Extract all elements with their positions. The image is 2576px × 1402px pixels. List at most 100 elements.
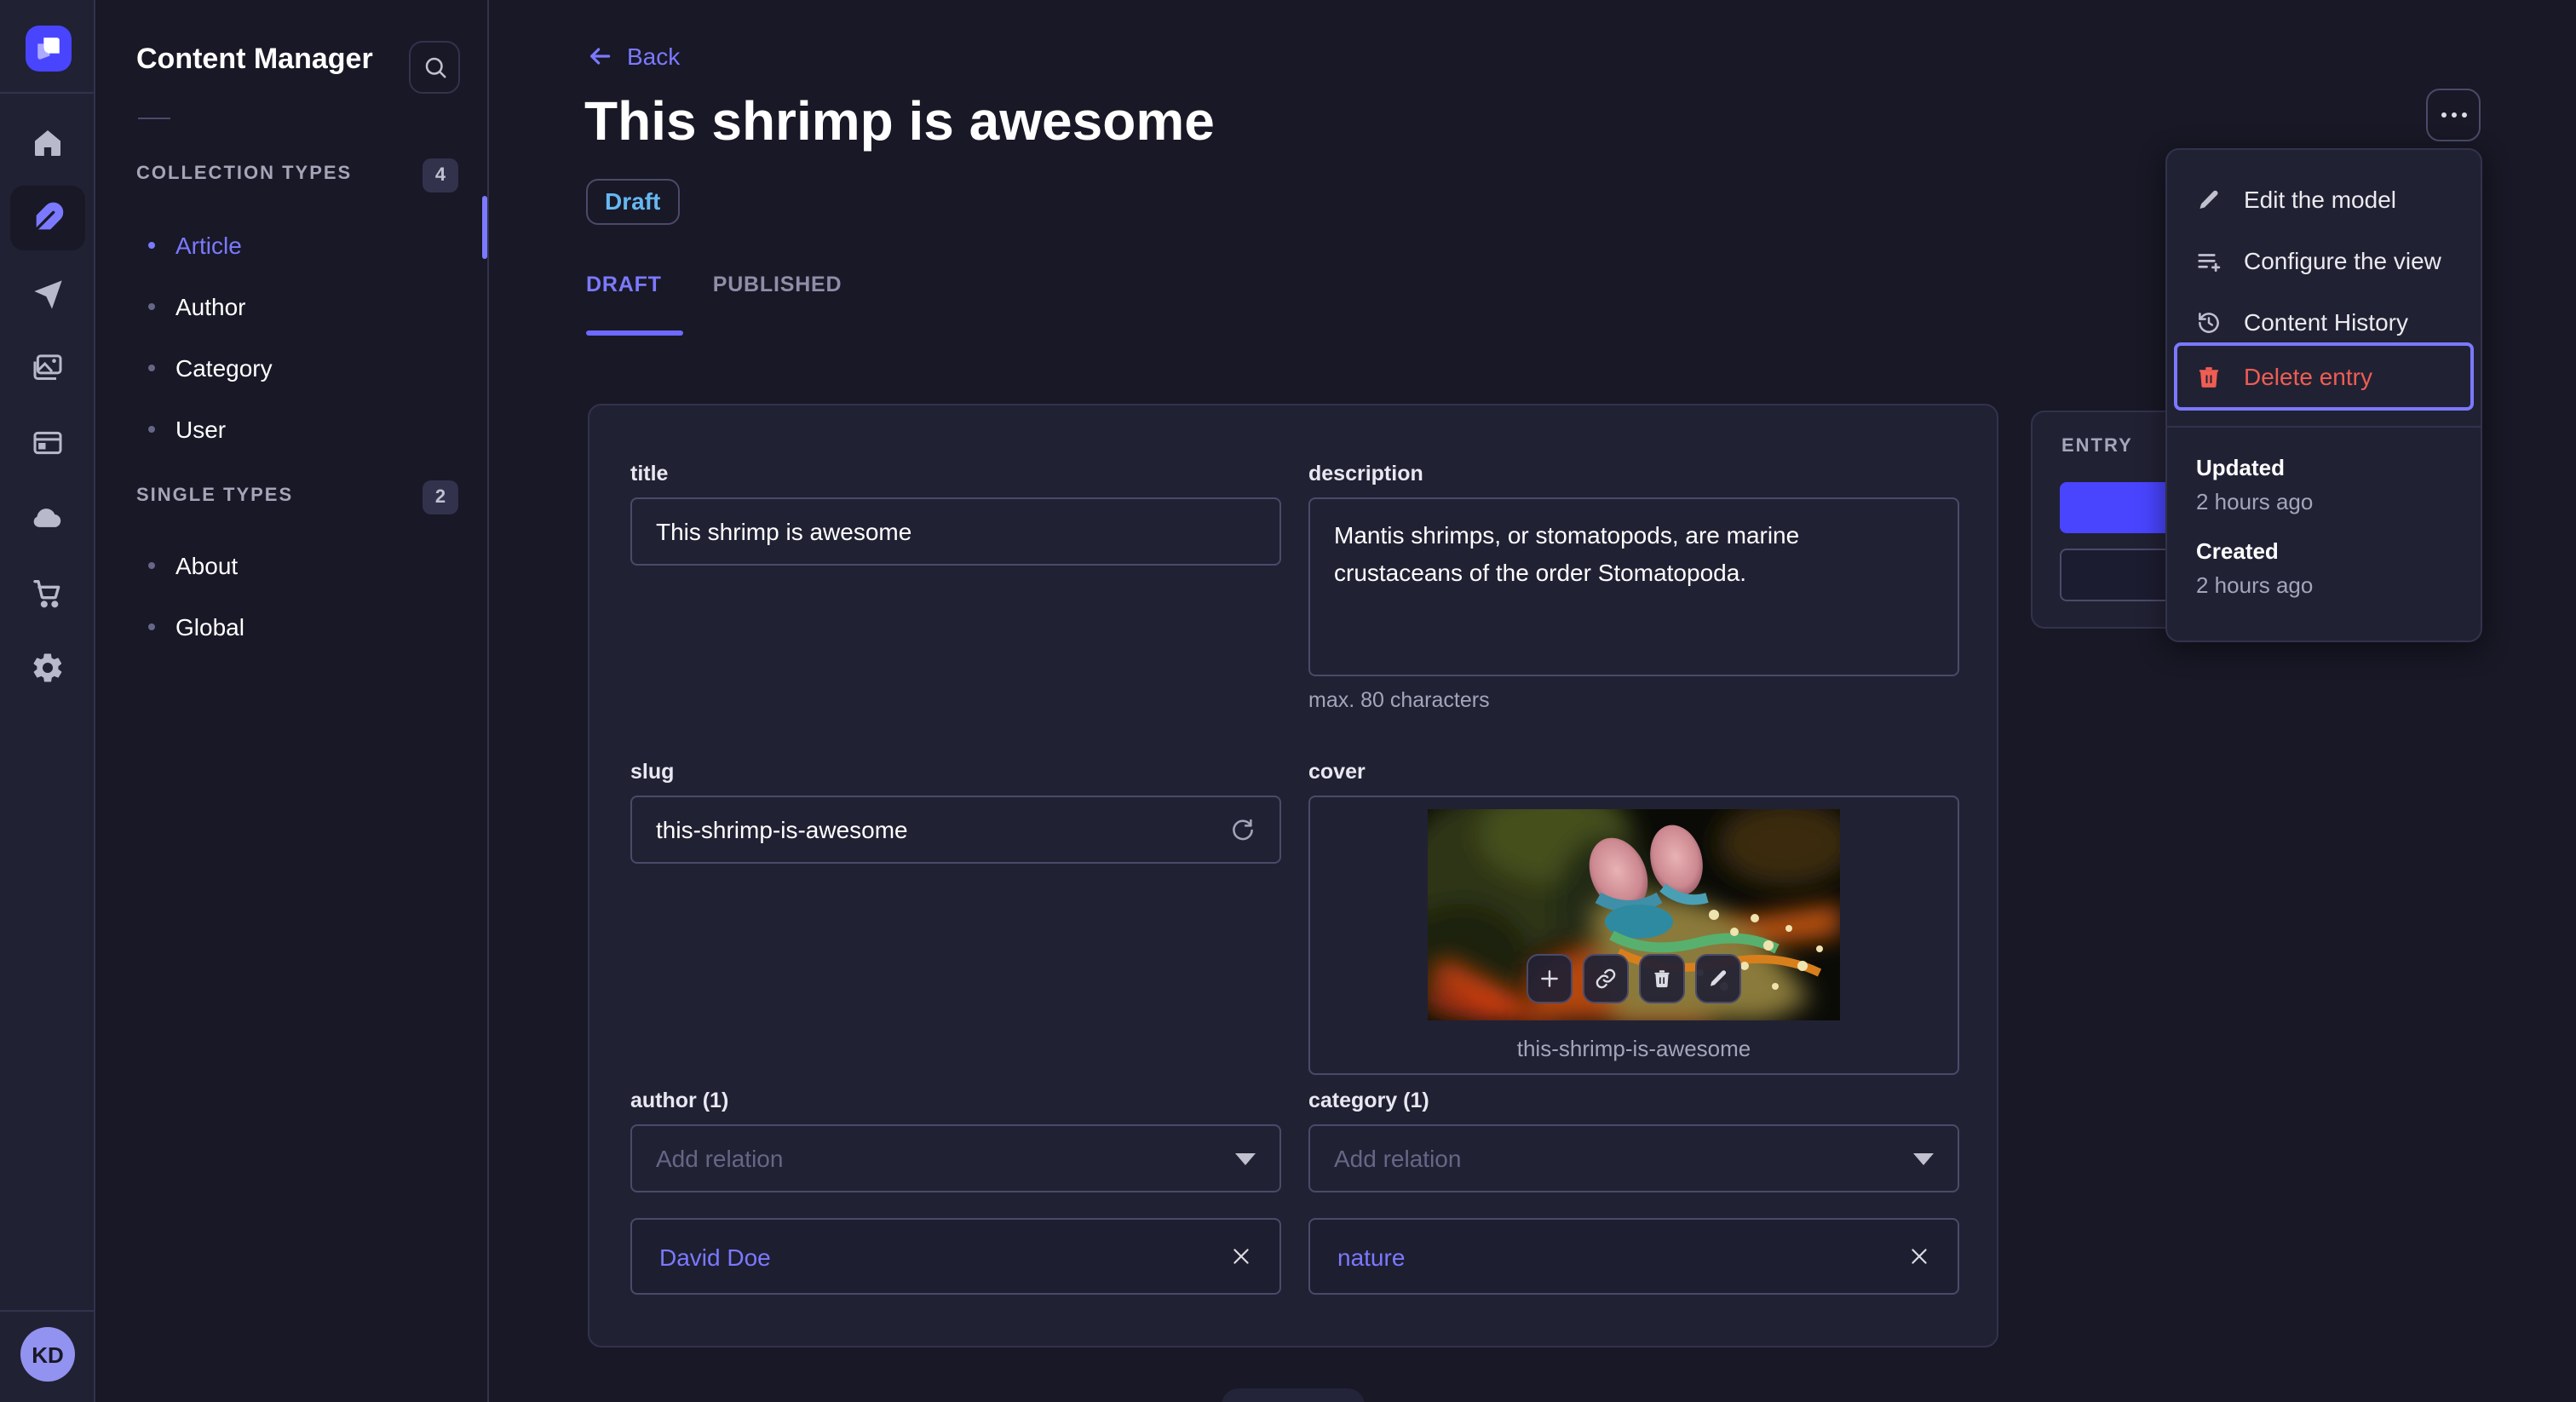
close-icon[interactable] (1908, 1245, 1930, 1267)
bullet-icon (148, 303, 155, 310)
relation-link-david-doe[interactable]: David Doe (659, 1243, 771, 1270)
subnav-scrollbar-thumb[interactable] (482, 196, 487, 259)
status-badge: Draft (586, 179, 680, 225)
plus-icon (1541, 970, 1558, 987)
sidebar-item-article[interactable]: Article (95, 223, 487, 267)
link-icon (1596, 968, 1616, 989)
strapi-logo[interactable] (26, 26, 72, 72)
slug-value: this-shrimp-is-awesome (656, 816, 908, 843)
description-hint: max. 80 characters (1308, 688, 1490, 712)
collection-types-count-badge: 4 (423, 158, 458, 192)
bottom-partial-pill (1222, 1388, 1365, 1402)
more-options-button[interactable] (2426, 89, 2481, 141)
sidebar-item-content-type-builder[interactable] (10, 411, 85, 475)
sidebar-item-marketplace[interactable] (10, 560, 85, 625)
search-button[interactable] (409, 41, 460, 94)
close-icon[interactable] (1230, 1245, 1252, 1267)
menu-item-delete-entry[interactable]: Delete entry (2174, 342, 2474, 411)
field-cover: cover this-shrimp-is-awesome (1308, 760, 1959, 1075)
sidebar-item-about[interactable]: About (95, 543, 487, 588)
menu-item-label: Delete entry (2244, 363, 2372, 390)
description-label: description (1308, 462, 1423, 486)
field-slug: slug this-shrimp-is-awesome (630, 760, 1281, 864)
menu-item-label: Configure the view (2244, 247, 2441, 274)
trash-icon (1654, 970, 1670, 988)
menu-divider (2167, 426, 2481, 428)
sidebar-item-author[interactable]: Author (95, 284, 487, 329)
app-window: KD Content Manager COLLECTION TYPES 4 Ar… (0, 0, 2576, 1402)
menu-item-edit-model[interactable]: Edit the model (2167, 169, 2481, 230)
images-icon (33, 354, 62, 380)
menu-item-configure-view[interactable]: Configure the view (2167, 230, 2481, 291)
chevron-down-icon (1913, 1152, 1934, 1164)
nav-item-label: About (175, 552, 239, 579)
user-avatar[interactable]: KD (20, 1327, 75, 1382)
nav-item-label: Category (175, 354, 273, 382)
cover-label: cover (1308, 760, 1366, 784)
slug-input[interactable]: this-shrimp-is-awesome (630, 796, 1281, 864)
field-description: description Mantis shrimps, or stomatopo… (1308, 462, 1959, 712)
pencil-icon (2196, 187, 2222, 212)
gear-icon (33, 653, 62, 682)
field-title: title This shrimp is awesome (630, 462, 1281, 566)
main-content: Back This shrimp is awesome Draft DRAFT … (489, 0, 2576, 1402)
section-single-types: SINGLE TYPES (136, 486, 294, 506)
title-input[interactable]: This shrimp is awesome (630, 497, 1281, 566)
category-placeholder: Add relation (1334, 1145, 1462, 1172)
relation-link-nature[interactable]: nature (1337, 1243, 1405, 1270)
author-relation-combobox[interactable]: Add relation (630, 1124, 1281, 1192)
copy-link-button[interactable] (1583, 954, 1629, 1003)
title-label: title (630, 462, 669, 486)
rail-divider (0, 92, 94, 94)
delete-asset-button[interactable] (1639, 954, 1685, 1003)
layout-icon (33, 431, 62, 455)
edit-asset-button[interactable] (1695, 954, 1741, 1003)
category-relation-item: nature (1308, 1218, 1959, 1295)
description-value: Mantis shrimps, or stomatopods, are mari… (1334, 521, 1800, 586)
cover-asset-card[interactable]: this-shrimp-is-awesome (1308, 796, 1959, 1075)
configure-icon (2196, 248, 2222, 273)
cloud-icon (33, 509, 61, 527)
sidebar-item-content-manager[interactable] (10, 186, 85, 250)
sidebar-item-settings[interactable] (10, 635, 85, 700)
tab-published[interactable]: PUBLISHED (713, 273, 842, 327)
slug-label: slug (630, 760, 675, 784)
active-tab-underline (586, 330, 683, 336)
bullet-icon (148, 365, 155, 371)
category-label: category (1) (1308, 1089, 1429, 1112)
sidebar-item-media-library[interactable] (10, 336, 85, 400)
category-relation-combobox[interactable]: Add relation (1308, 1124, 1959, 1192)
bullet-icon (148, 562, 155, 569)
tab-draft[interactable]: DRAFT (586, 273, 662, 327)
sidebar-item-global[interactable]: Global (95, 605, 487, 649)
bullet-icon (148, 426, 155, 433)
add-asset-button[interactable] (1527, 954, 1573, 1003)
nav-item-label: Article (175, 232, 242, 259)
history-icon (2196, 309, 2222, 335)
author-placeholder: Add relation (656, 1145, 784, 1172)
sidebar-item-home[interactable] (10, 111, 85, 175)
sidebar-item-cloud[interactable] (10, 486, 85, 550)
updated-value: 2 hours ago (2196, 489, 2314, 514)
regenerate-icon[interactable] (1230, 817, 1256, 842)
home-icon (35, 130, 60, 156)
page-title: This shrimp is awesome (584, 90, 1215, 152)
chevron-down-icon (1235, 1152, 1256, 1164)
cart-icon (33, 580, 60, 608)
sidebar-item-releases[interactable] (10, 262, 85, 327)
field-category: category (1) Add relation nature (1308, 1089, 1959, 1295)
sidebar-item-user[interactable]: User (95, 407, 487, 451)
subnav-title: Content Manager (136, 43, 373, 75)
menu-item-label: Content History (2244, 308, 2408, 336)
back-link[interactable]: Back (586, 43, 680, 70)
content-manager-subnav: Content Manager COLLECTION TYPES 4 Artic… (95, 0, 489, 1402)
section-collection-types: COLLECTION TYPES (136, 164, 353, 184)
feather-icon (33, 202, 64, 233)
cover-filename: this-shrimp-is-awesome (1516, 1036, 1751, 1061)
description-input[interactable]: Mantis shrimps, or stomatopods, are mari… (1308, 497, 1959, 676)
sidebar-item-category[interactable]: Category (95, 346, 487, 390)
nav-item-label: Global (175, 613, 244, 641)
cover-actions-toolbar (1527, 954, 1741, 1003)
created-label: Created (2196, 538, 2279, 564)
back-label: Back (627, 43, 681, 70)
